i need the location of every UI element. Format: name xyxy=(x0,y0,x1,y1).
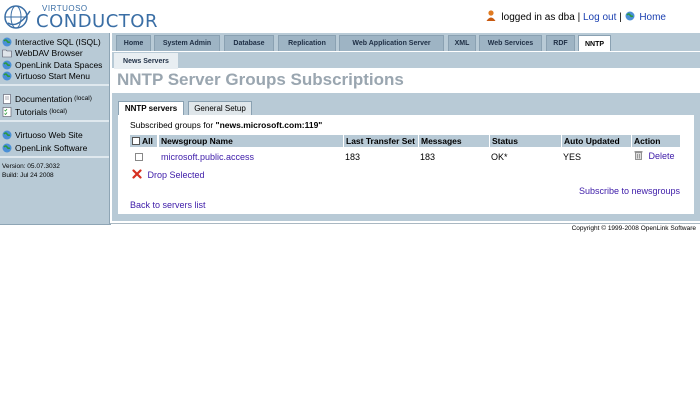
tab-home[interactable]: Home xyxy=(116,35,151,51)
copyright-text: Copyright © 1999-2008 OpenLink Software xyxy=(571,225,696,232)
tab-nntp-servers[interactable]: NNTP servers xyxy=(118,101,184,115)
table-row: microsoft.public.access 183 183 OK* YES … xyxy=(130,150,680,164)
header: VIRTUOSO CONDUCTOR logged in as dba | Lo… xyxy=(0,0,700,33)
checklist-icon xyxy=(2,106,12,117)
last-transfer-value: 183 xyxy=(345,152,361,162)
sidebar-item-webdav[interactable]: WebDAV Browser xyxy=(2,48,109,60)
logout-link[interactable]: Log out xyxy=(583,12,616,23)
row-checkbox[interactable] xyxy=(135,153,145,163)
back-to-servers-link[interactable]: Back to servers list xyxy=(130,200,206,210)
document-icon xyxy=(3,93,11,104)
server-name: "news.microsoft.com:119" xyxy=(215,120,323,130)
status-value: OK* xyxy=(491,152,508,162)
virtuoso-conductor-logo[interactable]: VIRTUOSO CONDUCTOR xyxy=(4,3,157,32)
select-all-checkbox[interactable] xyxy=(132,137,140,145)
drop-selected-link[interactable]: Drop Selected xyxy=(148,170,205,180)
footer-divider xyxy=(110,223,700,224)
sidebar-item-label: Documentation xyxy=(15,93,73,104)
col-auto-updated: Auto Updated xyxy=(562,135,631,147)
home-link[interactable]: Home xyxy=(639,12,666,23)
sidebar-item-label: Tutorials xyxy=(15,106,48,117)
sub-tabs: News Servers xyxy=(112,51,700,69)
build-text: Build: Jul 24 2008 xyxy=(2,172,54,179)
globe-logo-icon xyxy=(4,5,31,29)
col-status: Status xyxy=(490,135,561,147)
globe-icon xyxy=(2,143,12,152)
user-icon xyxy=(486,10,496,21)
tab-replication[interactable]: Replication xyxy=(278,35,336,51)
page-title: NNTP Server Groups Subscriptions xyxy=(117,70,404,89)
separator: | xyxy=(619,12,622,23)
sidebar-group-links: Virtuoso Web Site OpenLink Software xyxy=(0,122,109,158)
tab-nntp[interactable]: NNTP xyxy=(578,35,611,52)
trash-icon xyxy=(634,151,643,160)
sidebar-item-label: Virtuoso Web Site xyxy=(15,129,83,140)
sidebar-item-label: OpenLink Software xyxy=(15,142,88,153)
table-header: All Newsgroup Name Last Transfer Set Mes… xyxy=(130,135,680,147)
select-all-header: All xyxy=(130,135,157,147)
sidebar-bottom-border xyxy=(0,224,111,225)
messages-value: 183 xyxy=(420,152,436,162)
select-all-label: All xyxy=(142,136,153,146)
sidebar-item-label: WebDAV Browser xyxy=(15,48,83,59)
newsgroup-link[interactable]: microsoft.public.access xyxy=(161,152,254,162)
home-globe-icon xyxy=(625,11,635,21)
tab-system-admin[interactable]: System Admin xyxy=(154,35,220,51)
sidebar: Interactive SQL (ISQL) WebDAV Browser Op… xyxy=(0,33,110,224)
sidebar-item-tutorials[interactable]: Tutorials (local) xyxy=(2,105,109,118)
sidebar-item-isql[interactable]: Interactive SQL (ISQL) xyxy=(2,36,109,48)
main-tabs: Home System Admin Database Replication W… xyxy=(112,33,700,52)
globe-icon xyxy=(2,37,12,47)
auto-updated-value: YES xyxy=(563,152,582,162)
tab-general-setup[interactable]: General Setup xyxy=(188,101,252,115)
version-info: Version: 05.07.3032 Build: Jul 24 2008 xyxy=(0,158,109,184)
tab-xml[interactable]: XML xyxy=(448,35,476,51)
col-action: Action xyxy=(632,135,680,147)
globe-icon xyxy=(2,71,12,81)
sidebar-item-documentation[interactable]: Documentation (local) xyxy=(2,92,109,105)
delete-link[interactable]: Delete xyxy=(649,151,675,161)
globe-icon xyxy=(2,60,12,70)
col-last-transfer-set: Last Transfer Set xyxy=(344,135,418,147)
subscribed-heading: Subscribed groups for "news.microsoft.co… xyxy=(130,120,322,130)
sidebar-item-ods[interactable]: OpenLink Data Spaces xyxy=(2,59,109,71)
delete-action[interactable]: Delete xyxy=(634,150,675,161)
tab-web-services[interactable]: Web Services xyxy=(479,35,542,51)
globe-icon xyxy=(2,130,12,139)
col-newsgroup-name: Newsgroup Name xyxy=(159,135,343,147)
drop-selected-button[interactable]: Drop Selected xyxy=(132,169,205,180)
subscribed-prefix: Subscribed groups for xyxy=(130,120,214,130)
sidebar-group-docs: Documentation (local) Tutorials (local) xyxy=(0,86,109,122)
sidebar-group-tools: Interactive SQL (ISQL) WebDAV Browser Op… xyxy=(0,33,109,86)
user-box: logged in as dba | Log out | Home xyxy=(486,10,666,23)
tab-database[interactable]: Database xyxy=(224,35,274,51)
folder-icon xyxy=(2,49,12,58)
sidebar-item-label: OpenLink Data Spaces xyxy=(15,59,103,70)
subscribe-newsgroups-link[interactable]: Subscribe to newsgroups xyxy=(579,186,680,196)
tab-web-application-server[interactable]: Web Application Server xyxy=(339,35,444,51)
logged-in-text: logged in as dba xyxy=(501,12,575,23)
col-messages: Messages xyxy=(419,135,489,147)
sidebar-item-label: Interactive SQL (ISQL) xyxy=(15,36,101,47)
delete-x-icon xyxy=(132,169,142,179)
separator: | xyxy=(577,12,581,23)
sidebar-item-note: (local) xyxy=(74,95,92,102)
sidebar-item-label: Virtuoso Start Menu xyxy=(15,71,90,82)
sidebar-item-start-menu[interactable]: Virtuoso Start Menu xyxy=(2,71,109,83)
tab-rdf[interactable]: RDF xyxy=(546,35,575,51)
sidebar-item-openlink[interactable]: OpenLink Software xyxy=(2,141,109,154)
logo-big-text: CONDUCTOR xyxy=(36,11,158,32)
version-text: Version: 05.07.3032 xyxy=(2,163,60,170)
sidebar-item-note: (local) xyxy=(49,108,67,115)
subtab-news-servers[interactable]: News Servers xyxy=(114,53,178,69)
sidebar-item-virtuoso-site[interactable]: Virtuoso Web Site xyxy=(2,128,109,141)
